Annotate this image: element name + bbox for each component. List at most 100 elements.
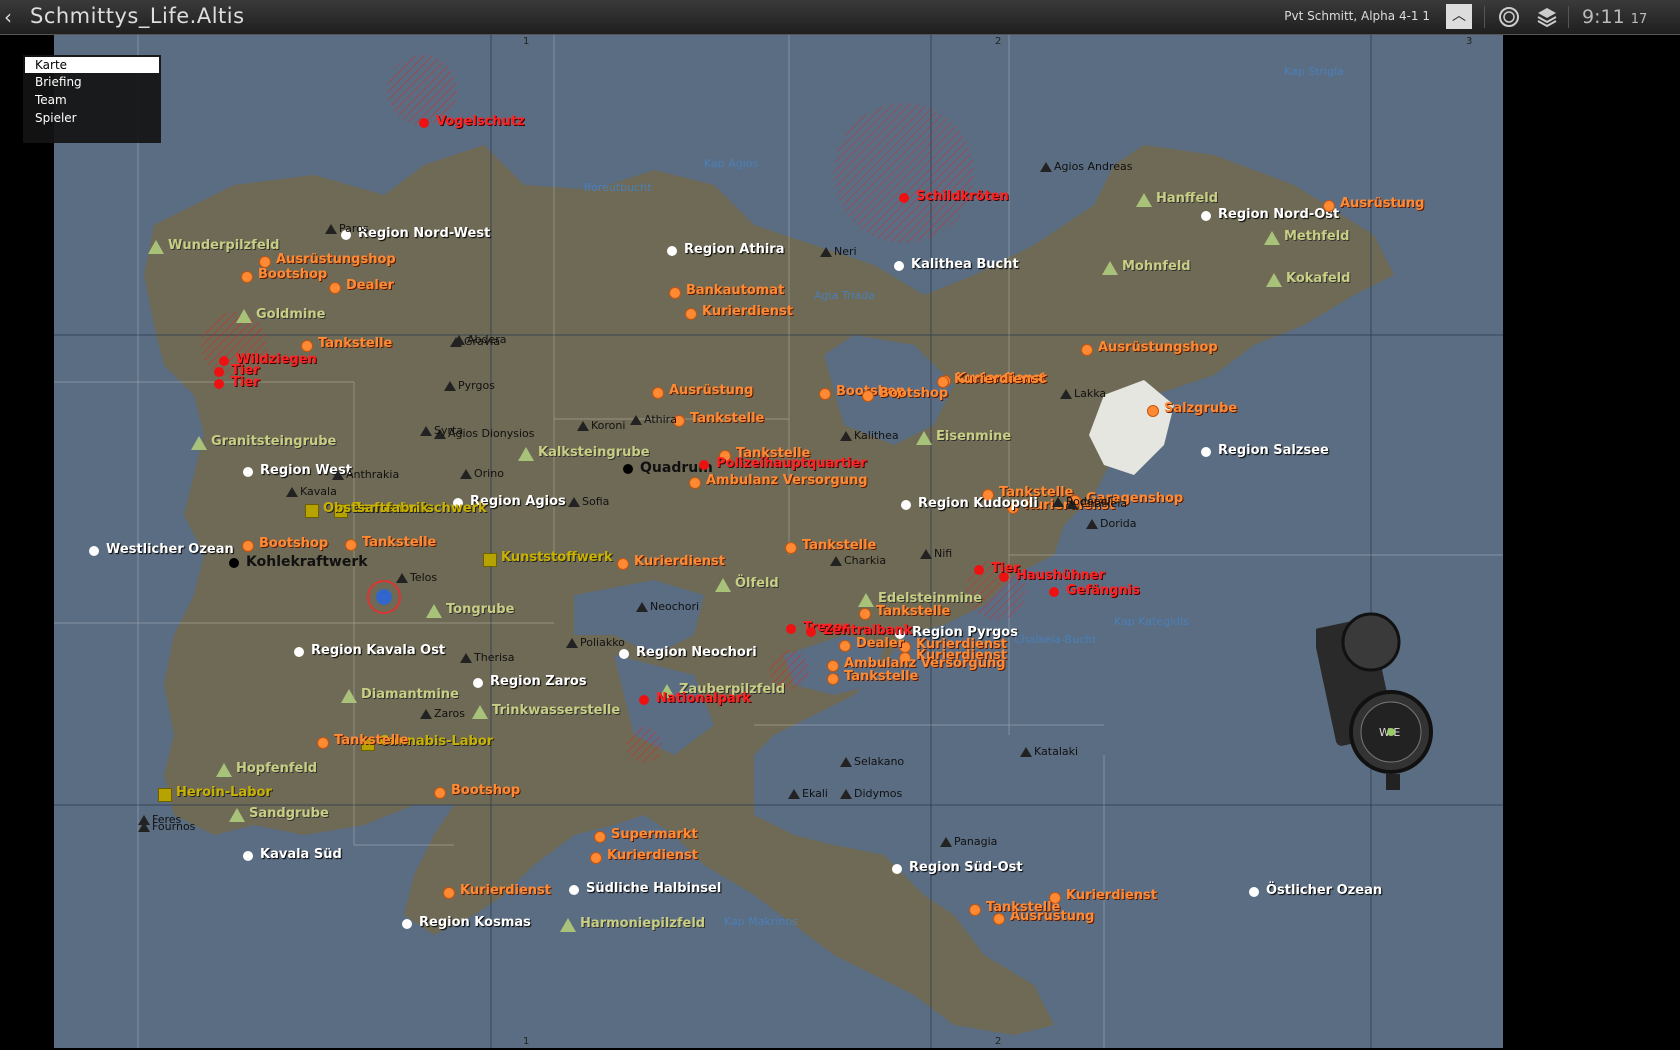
map-marker-label: Kurierdienst	[1066, 888, 1157, 903]
compass-icon[interactable]: W E	[1313, 602, 1434, 797]
map-marker[interactable]	[329, 282, 341, 294]
map-marker[interactable]	[619, 649, 629, 659]
map-marker[interactable]	[1323, 200, 1335, 212]
map-marker[interactable]	[560, 918, 576, 932]
map-marker[interactable]	[241, 271, 253, 283]
map-marker[interactable]	[819, 388, 831, 400]
map-marker[interactable]	[158, 788, 172, 802]
map-marker[interactable]	[894, 261, 904, 271]
map-marker[interactable]	[243, 467, 253, 477]
collapse-button[interactable]: ︿	[1446, 4, 1472, 29]
map-marker-label: Bootshop	[259, 536, 329, 551]
menu-item-karte[interactable]: Karte	[25, 57, 159, 73]
map-marker-label: Hopfenfeld	[236, 761, 318, 776]
menu-item-spieler[interactable]: Spieler	[25, 110, 159, 126]
map-marker[interactable]	[214, 367, 224, 377]
map-marker[interactable]	[1201, 447, 1211, 457]
map-marker[interactable]	[569, 885, 579, 895]
map-marker-label: Region Zaros	[490, 674, 587, 689]
map-marker[interactable]	[1102, 261, 1118, 275]
map-marker[interactable]	[1147, 405, 1159, 417]
map-marker[interactable]	[969, 904, 981, 916]
map-marker[interactable]	[294, 647, 304, 657]
map-marker[interactable]	[229, 808, 245, 822]
map-marker[interactable]	[443, 887, 455, 899]
map-marker[interactable]	[669, 287, 681, 299]
map-marker[interactable]	[305, 504, 319, 518]
map-marker[interactable]	[899, 193, 909, 203]
layers-icon[interactable]	[1535, 5, 1559, 29]
map-marker[interactable]	[243, 851, 253, 861]
map-marker[interactable]	[1049, 587, 1059, 597]
map-marker[interactable]	[483, 553, 497, 567]
map-marker[interactable]	[1081, 344, 1093, 356]
map-marker[interactable]	[1249, 887, 1259, 897]
map-marker[interactable]	[806, 627, 816, 637]
map-marker[interactable]	[827, 660, 839, 672]
map-marker[interactable]	[901, 500, 911, 510]
map-marker[interactable]	[419, 118, 429, 128]
map-marker[interactable]	[219, 356, 229, 366]
town-label: Telos	[410, 571, 438, 584]
map-marker[interactable]	[148, 240, 164, 254]
map-marker[interactable]	[1136, 193, 1152, 207]
map-marker-label: Granitsteingrube	[211, 434, 337, 449]
map-marker[interactable]	[785, 542, 797, 554]
map-marker[interactable]	[623, 464, 633, 474]
map-marker[interactable]	[839, 640, 851, 652]
map-marker[interactable]	[214, 379, 224, 389]
map-marker[interactable]	[590, 852, 602, 864]
map-marker[interactable]	[473, 678, 483, 688]
map-marker[interactable]	[242, 540, 254, 552]
map-marker[interactable]	[827, 673, 839, 685]
map-marker[interactable]	[974, 565, 984, 575]
map-marker-label: Kurierdienst	[702, 304, 793, 319]
map-marker[interactable]	[689, 477, 701, 489]
chevron-left-icon[interactable]: ‹	[4, 5, 20, 29]
gps-icon[interactable]	[1497, 5, 1521, 29]
map-marker[interactable]	[859, 608, 871, 620]
town-marker	[460, 653, 472, 663]
map-marker-label: Polizeihauptquartier	[716, 456, 867, 471]
map-marker[interactable]	[1266, 273, 1282, 287]
map-marker[interactable]	[301, 340, 313, 352]
map-marker[interactable]	[229, 558, 239, 568]
map-marker[interactable]	[472, 705, 488, 719]
map-marker[interactable]	[216, 763, 232, 777]
town-label: Neri	[834, 245, 857, 258]
menu-item-briefing[interactable]: Briefing	[25, 74, 159, 90]
map-marker[interactable]	[317, 737, 329, 749]
map-marker[interactable]	[402, 919, 412, 929]
map-marker[interactable]	[617, 558, 629, 570]
map-marker-label: Kurierdienst	[954, 372, 1045, 387]
map-marker[interactable]	[685, 308, 697, 320]
map-marker[interactable]	[191, 436, 207, 450]
map-marker[interactable]	[786, 624, 796, 634]
map-marker[interactable]	[345, 539, 357, 551]
town-label: Zaros	[434, 707, 466, 720]
map-marker[interactable]	[667, 246, 677, 256]
map-marker[interactable]	[862, 390, 874, 402]
map-marker[interactable]	[236, 309, 252, 323]
map-marker[interactable]	[594, 831, 606, 843]
map-marker[interactable]	[916, 431, 932, 445]
map-marker-label: Region Salzsee	[1218, 443, 1329, 458]
map-marker[interactable]	[639, 695, 649, 705]
map-marker[interactable]	[518, 447, 534, 461]
map-marker[interactable]	[699, 460, 709, 470]
map-marker-label: Tier	[231, 375, 260, 390]
map-marker[interactable]	[434, 787, 446, 799]
map-marker[interactable]	[652, 387, 664, 399]
map-marker[interactable]	[1201, 211, 1211, 221]
map-marker[interactable]	[1264, 231, 1280, 245]
map-view[interactable]: Vogelschutz Schildkröten Region Nord-West R…	[54, 35, 1503, 1048]
menu-item-team[interactable]: Team	[25, 92, 159, 108]
map-marker[interactable]	[341, 689, 357, 703]
map-marker[interactable]	[426, 604, 442, 618]
map-marker[interactable]	[89, 546, 99, 556]
map-marker[interactable]	[858, 593, 874, 607]
map-marker[interactable]	[715, 578, 731, 592]
map-marker[interactable]	[937, 376, 949, 388]
map-marker[interactable]	[892, 864, 902, 874]
map-marker-label: Zentralbank	[823, 623, 913, 638]
